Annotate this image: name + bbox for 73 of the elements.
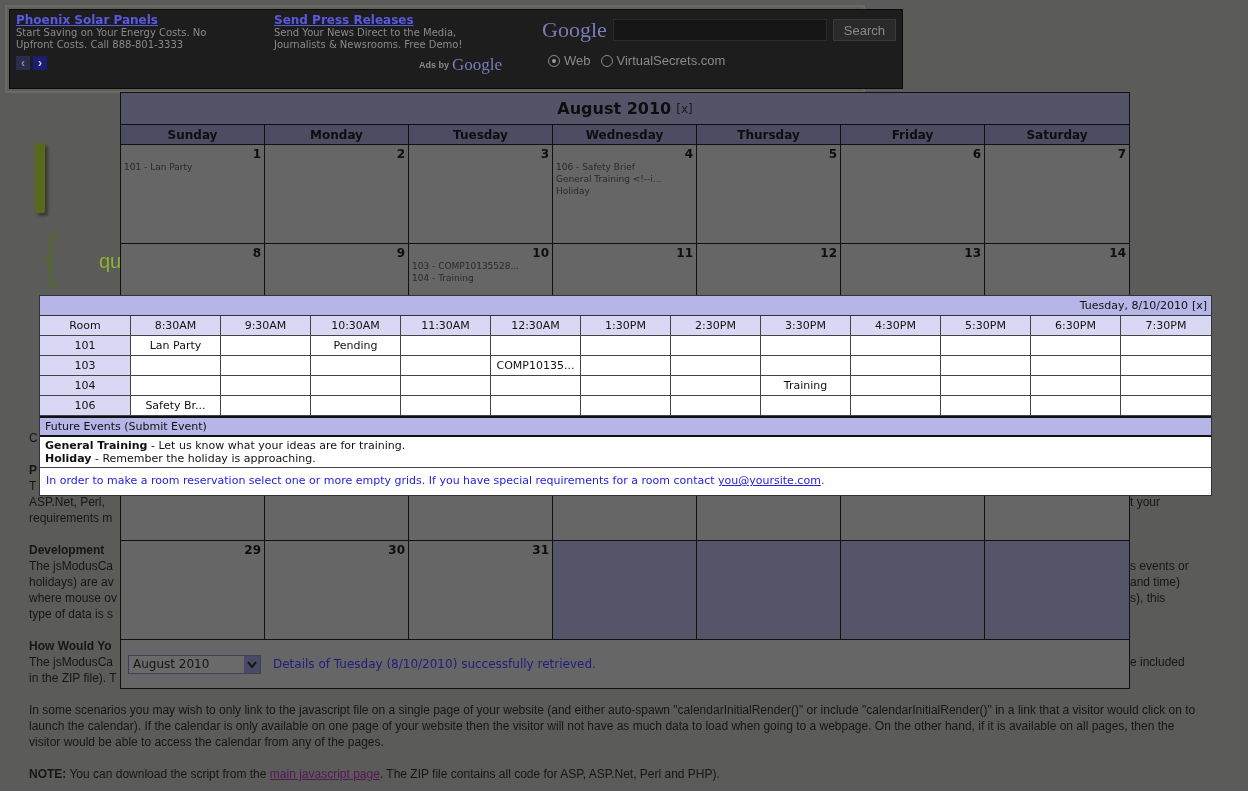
body-text: T <box>29 478 37 494</box>
reservation-note: In order to make a room reservation select one or more empty grids. If you have special requirements for a room contact you@yoursite.com. <box>45 473 826 489</box>
column-header: 12:30AM <box>491 316 581 336</box>
body-text: s events or <box>1130 558 1189 574</box>
calendar-title: August 2010 <box>557 99 672 118</box>
column-header: 3:30PM <box>761 316 851 336</box>
day-number: 8 <box>252 246 261 260</box>
future-event: Holiday - Remember the holiday is approaching. <box>45 452 317 465</box>
column-header: 9:30AM <box>221 316 311 336</box>
day-number: 3 <box>540 147 549 161</box>
note-paragraph: NOTE: You can download the script from the main javascript page. The ZIP file contains all code for ASP, ASP.Net, Perl and PHP). <box>29 766 721 782</box>
day-number: 6 <box>972 147 981 161</box>
search-logo: Google <box>542 17 607 43</box>
column-header: 11:30AM <box>401 316 491 336</box>
column-header: 8:30AM <box>131 316 221 336</box>
day-number: 11 <box>676 246 693 260</box>
body-text: e included <box>1130 654 1185 670</box>
weekday-header: Saturday <box>985 125 1129 145</box>
day-number: 10 <box>532 246 549 260</box>
day-number: 2 <box>396 147 405 161</box>
day-number: 31 <box>532 543 549 557</box>
column-header: 7:30PM <box>1121 316 1211 336</box>
day-number: 5 <box>828 147 837 161</box>
section-heading: P <box>29 462 37 478</box>
body-text: and time) <box>1130 574 1181 590</box>
column-header: 4:30PM <box>851 316 941 336</box>
body-text: requirements m <box>29 510 113 526</box>
day-number: 1 <box>252 147 261 161</box>
status-message: Details of Tuesday (8/10/2010) successfully retrieved. <box>273 657 596 671</box>
weekday-header: Sunday <box>121 125 265 145</box>
column-header: Room <box>40 316 131 336</box>
body-text: The jsModusCa <box>29 558 114 574</box>
weekday-header: Monday <box>265 125 409 145</box>
future-event: General Training - Let us know what your ideas are for training. <box>45 439 407 452</box>
room-cell: 106 <box>40 396 131 416</box>
body-text: t your <box>1130 494 1160 510</box>
body-text: type of data is s <box>29 606 114 622</box>
weekday-header: Thursday <box>697 125 841 145</box>
ad-text: Send Your News Direct to the Media, Journalists & Newsrooms. Free Demo! <box>274 27 464 51</box>
weekday-header: Tuesday <box>409 125 553 145</box>
day-number: 13 <box>964 246 981 260</box>
column-header: 6:30PM <box>1031 316 1121 336</box>
body-paragraph: In some scenarios you may wish to only link to the javascript file on a single page of your website (and either auto-spawn "calendarInitialRender()" or include "calendarInitialRender()" in a link that a visitor would click on to launch the calendar). If the calendar is only available on one page of your website then the visitor will not have as much data to load when going to a webpage. On the other hand, if it is available on all pages, then the visitor would be able to access the calendar from any of the pages. <box>29 702 1197 750</box>
column-header: 1:30PM <box>581 316 671 336</box>
body-text: holidays) are av <box>29 574 114 590</box>
ads-by-label: Ads by <box>418 60 449 70</box>
day-number: 30 <box>388 543 405 557</box>
weekday-header: Wednesday <box>553 125 697 145</box>
day-number: 12 <box>820 246 837 260</box>
column-header: 10:30AM <box>311 316 401 336</box>
weekday-header: Friday <box>841 125 985 145</box>
section-heading: How Would Yo <box>29 638 112 654</box>
body-text: in the ZIP file). T <box>29 670 117 686</box>
future-events-header: Future Events (Submit Event) <box>40 416 1211 437</box>
ad-text: Start Saving on Your Energy Costs. No Upfront Costs. Call 888-801-3333 <box>16 27 208 51</box>
day-number: 7 <box>1117 147 1126 161</box>
room-cell: 104 <box>40 376 131 396</box>
body-text: s), this <box>1130 590 1166 606</box>
body-text: C <box>29 430 38 446</box>
banner-text: qu <box>99 249 122 273</box>
body-text: ASP.Net, Perl, <box>29 494 105 510</box>
body-text: where mouse ov <box>29 590 118 606</box>
ads-by-logo: Google <box>451 55 502 75</box>
column-header: 2:30PM <box>671 316 761 336</box>
day-number: 29 <box>244 543 261 557</box>
day-number: 14 <box>1109 246 1126 260</box>
room-cell: 103 <box>40 356 131 376</box>
day-number: 4 <box>684 147 693 161</box>
body-text: The jsModusCa <box>29 654 114 670</box>
day-number: 9 <box>396 246 405 260</box>
section-heading: Development <box>29 542 105 558</box>
column-header: 5:30PM <box>941 316 1031 336</box>
room-cell: 101 <box>40 336 131 356</box>
